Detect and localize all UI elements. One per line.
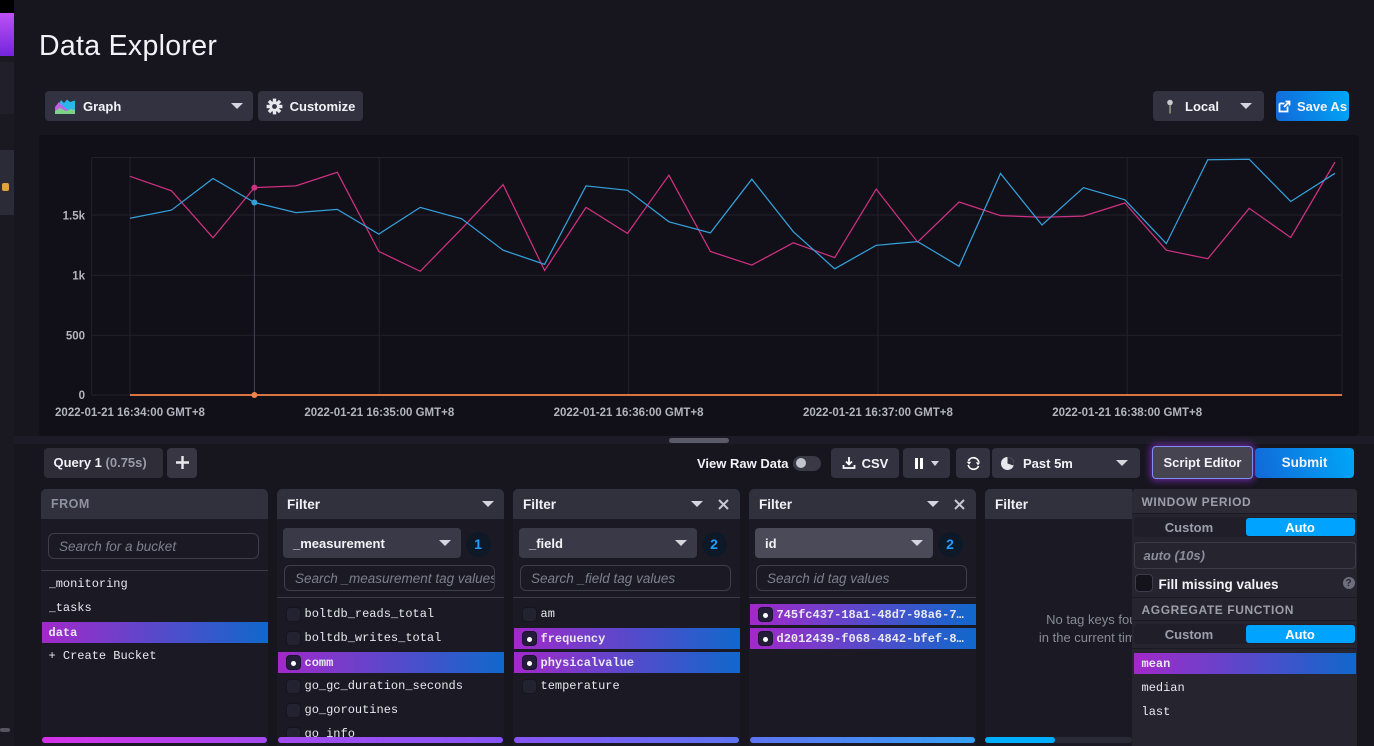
svg-text:1k: 1k (72, 270, 85, 282)
svg-text:500: 500 (66, 330, 85, 342)
svg-text:0: 0 (79, 390, 85, 402)
svg-text:1.5k: 1.5k (63, 210, 86, 222)
svg-text:2022-01-21 16:36:00 GMT+8: 2022-01-21 16:36:00 GMT+8 (554, 407, 705, 419)
svg-text:2022-01-21 16:34:00 GMT+8: 2022-01-21 16:34:00 GMT+8 (55, 407, 206, 419)
svg-text:2022-01-21 16:37:00 GMT+8: 2022-01-21 16:37:00 GMT+8 (803, 407, 954, 419)
svg-text:2022-01-21 16:38:00 GMT+8: 2022-01-21 16:38:00 GMT+8 (1052, 407, 1203, 419)
svg-text:2022-01-21 16:35:00 GMT+8: 2022-01-21 16:35:00 GMT+8 (304, 407, 455, 419)
